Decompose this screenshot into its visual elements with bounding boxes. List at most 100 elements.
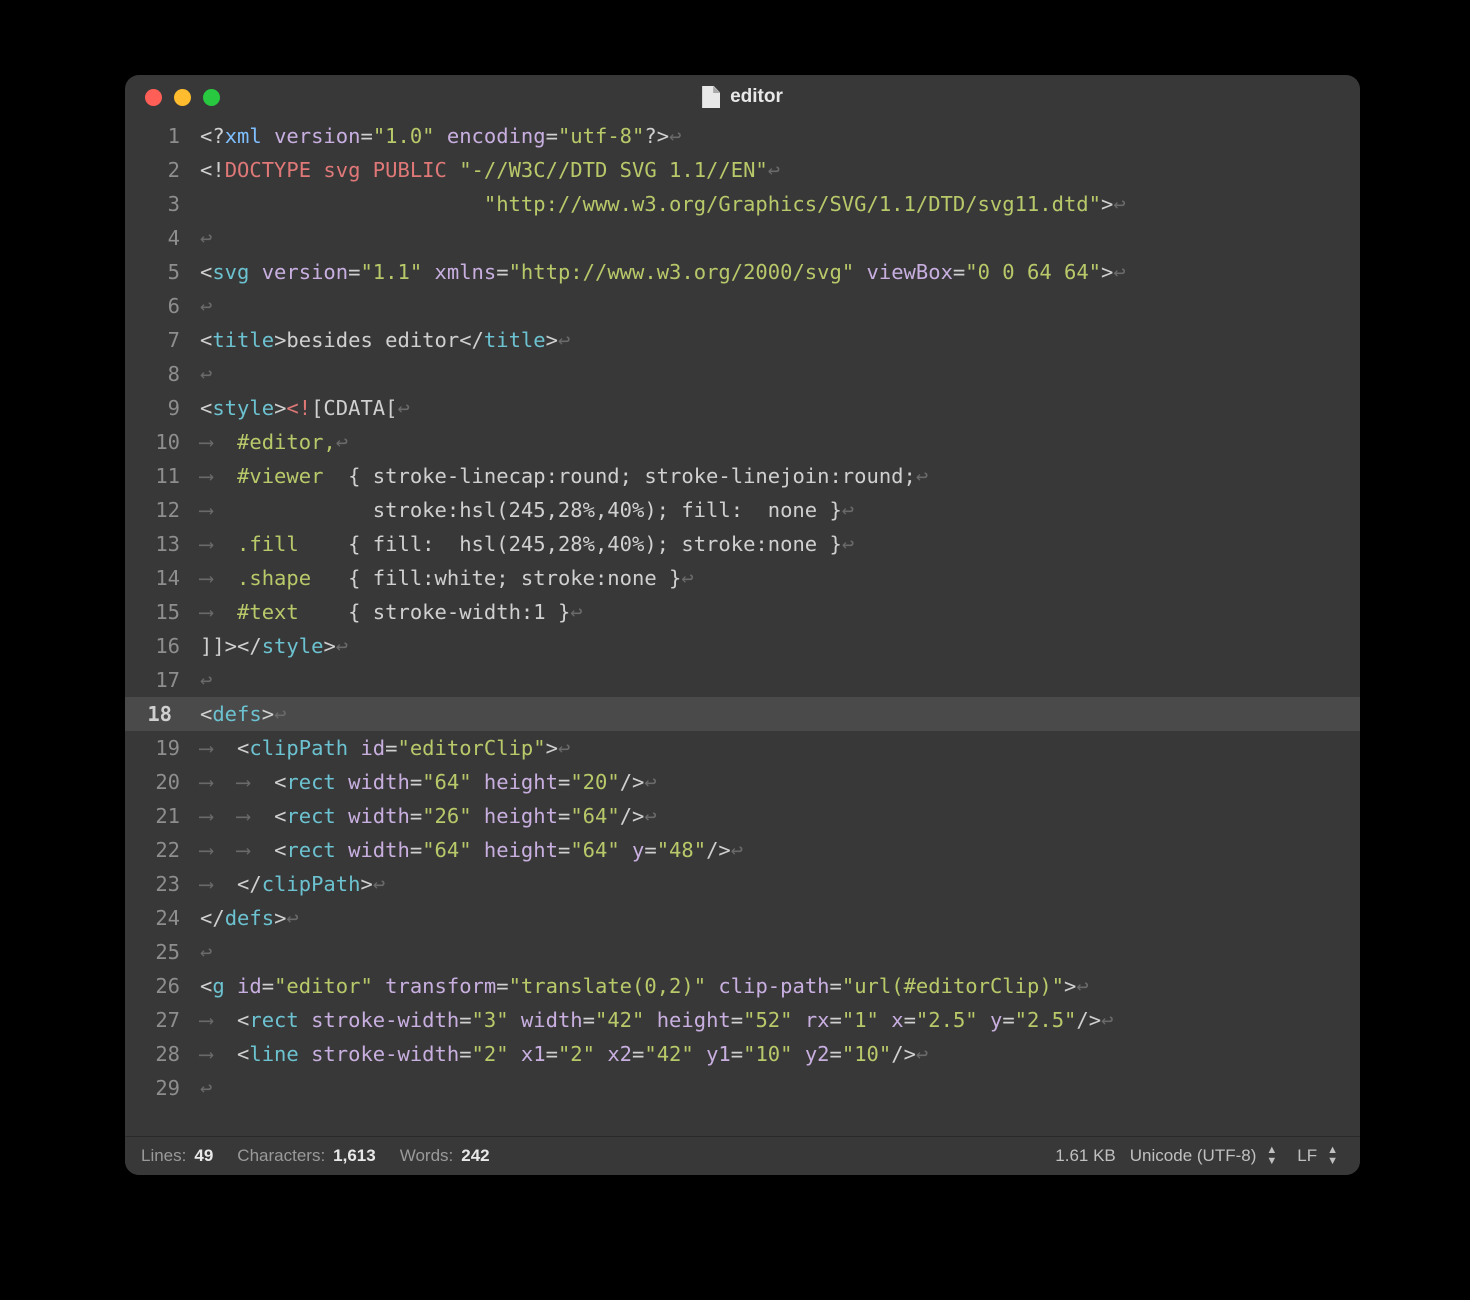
code-line[interactable]: <!DOCTYPE svg PUBLIC "-//W3C//DTD SVG 1.… (192, 153, 1360, 187)
code-token: DOCTYPE svg PUBLIC (225, 158, 447, 182)
code-token (978, 1008, 990, 1032)
code-line[interactable]: </defs>↩ (192, 901, 1360, 935)
code-token (706, 974, 718, 998)
code-token: "10" (842, 1042, 891, 1066)
code-token: defs (225, 906, 274, 930)
code-token: rx (805, 1008, 830, 1032)
code-token (447, 158, 459, 182)
line-ending-select[interactable]: LF ▲▼ (1291, 1145, 1344, 1167)
code-token: /> (706, 838, 731, 862)
code-token: height (657, 1008, 731, 1032)
code-token (262, 124, 274, 148)
code-line[interactable]: ⟶ #editor,↩ (192, 425, 1360, 459)
code-line[interactable]: ⟶ ⟶ <rect width="26" height="64"/>↩ (192, 799, 1360, 833)
code-line[interactable]: 18<defs>↩ (125, 697, 1360, 731)
updown-icon: ▲▼ (1266, 1145, 1277, 1167)
line-ending-value: LF (1297, 1146, 1317, 1166)
code-line[interactable]: ⟶ <clipPath id="editorClip">↩ (192, 731, 1360, 765)
code-token: style (212, 396, 274, 420)
code-line[interactable]: ⟶ ⟶ <rect width="64" height="64" y="48"/… (192, 833, 1360, 867)
code-line[interactable]: ⟶ <line stroke-width="2" x1="2" x2="42" … (192, 1037, 1360, 1071)
code-token (472, 770, 484, 794)
minimize-button[interactable] (174, 89, 191, 106)
code-line[interactable]: "http://www.w3.org/Graphics/SVG/1.1/DTD/… (192, 187, 1360, 221)
code-token: viewBox (867, 260, 953, 284)
return-indicator-icon: ↩ (558, 328, 570, 352)
code-token: = (385, 736, 397, 760)
code-token: svg (212, 260, 249, 284)
code-line[interactable]: <?xml version="1.0" encoding="utf-8"?>↩ (192, 119, 1360, 153)
code-token: [CDATA[ (311, 396, 397, 420)
line-number: 18 (125, 697, 172, 731)
code-token: "2.5" (916, 1008, 978, 1032)
code-token: #text (237, 600, 348, 624)
code-line[interactable]: ⟶ <rect stroke-width="3" width="42" heig… (192, 1003, 1360, 1037)
tab-indicator-icon: ⟶ (200, 736, 237, 760)
code-token: y1 (706, 1042, 731, 1066)
code-token: = (904, 1008, 916, 1032)
code-token: version (262, 260, 348, 284)
code-line[interactable]: ↩ (192, 289, 1360, 323)
line-number: 15 (125, 595, 180, 629)
return-indicator-icon: ↩ (916, 1042, 928, 1066)
code-token: height (484, 770, 558, 794)
code-token: > (1101, 260, 1113, 284)
code-line[interactable]: ⟶ .fill { fill: hsl(245,28%,40%); stroke… (192, 527, 1360, 561)
code-token: width (521, 1008, 583, 1032)
updown-icon: ▲▼ (1327, 1145, 1338, 1167)
code-line[interactable]: ↩ (192, 1071, 1360, 1105)
code-line[interactable]: ⟶ #text { stroke-width:1 }↩ (192, 595, 1360, 629)
tab-indicator-icon: ⟶ (237, 770, 274, 794)
close-button[interactable] (145, 89, 162, 106)
code-token: "20" (570, 770, 619, 794)
code-token: = (546, 1042, 558, 1066)
maximize-button[interactable] (203, 89, 220, 106)
code-token: = (632, 1042, 644, 1066)
code-content[interactable]: <?xml version="1.0" encoding="utf-8"?>↩<… (192, 119, 1360, 1136)
code-line[interactable]: ⟶ </clipPath>↩ (192, 867, 1360, 901)
code-line[interactable]: <style><![CDATA[↩ (192, 391, 1360, 425)
code-token: > (274, 396, 286, 420)
code-line[interactable]: <svg version="1.1" xmlns="http://www.w3.… (192, 255, 1360, 289)
code-line[interactable]: <title>besides editor</title>↩ (192, 323, 1360, 357)
code-token: /> (891, 1042, 916, 1066)
code-token: y2 (805, 1042, 830, 1066)
code-line[interactable]: ⟶ stroke:hsl(245,28%,40%); fill: none }↩ (192, 493, 1360, 527)
code-token: = (953, 260, 965, 284)
code-token: version (274, 124, 360, 148)
encoding-select[interactable]: Unicode (UTF-8) ▲▼ (1124, 1145, 1283, 1167)
code-line[interactable]: ⟶ #viewer { stroke-linecap:round; stroke… (192, 459, 1360, 493)
code-line[interactable]: <g id="editor" transform="translate(0,2)… (192, 969, 1360, 1003)
tab-indicator-icon: ⟶ (237, 804, 274, 828)
code-line[interactable]: ↩ (192, 935, 1360, 969)
line-number: 29 (125, 1071, 180, 1105)
code-token: x2 (607, 1042, 632, 1066)
tab-indicator-icon: ⟶ (200, 566, 237, 590)
line-number-gutter: 1234567891011121314151617 19202122232425… (125, 119, 192, 1136)
code-token: < (200, 396, 212, 420)
code-token: < (237, 1008, 249, 1032)
code-token: id (237, 974, 262, 998)
encoding-value: Unicode (UTF-8) (1130, 1146, 1257, 1166)
code-token: = (410, 804, 422, 828)
code-token: clipPath (262, 872, 361, 896)
tab-indicator-icon: ⟶ (200, 464, 237, 488)
code-token: y (632, 838, 644, 862)
code-token (694, 1042, 706, 1066)
lines-label: Lines: (141, 1146, 186, 1166)
code-token (336, 770, 348, 794)
code-line[interactable]: ]]></style>↩ (192, 629, 1360, 663)
code-line[interactable]: ↩ (192, 357, 1360, 391)
words-label: Words: (400, 1146, 454, 1166)
code-line[interactable]: ⟶ .shape { fill:white; stroke:none }↩ (192, 561, 1360, 595)
code-token: "2" (558, 1042, 595, 1066)
code-line[interactable]: ↩ (192, 663, 1360, 697)
code-line[interactable]: ⟶ ⟶ <rect width="64" height="20"/>↩ (192, 765, 1360, 799)
editor-area[interactable]: 1234567891011121314151617 19202122232425… (125, 119, 1360, 1136)
code-token (348, 736, 360, 760)
code-token: < (200, 260, 212, 284)
code-token: "2.5" (1015, 1008, 1077, 1032)
tab-indicator-icon: ⟶ (200, 1042, 237, 1066)
code-line[interactable]: ↩ (192, 221, 1360, 255)
code-token: "translate(0,2)" (509, 974, 706, 998)
